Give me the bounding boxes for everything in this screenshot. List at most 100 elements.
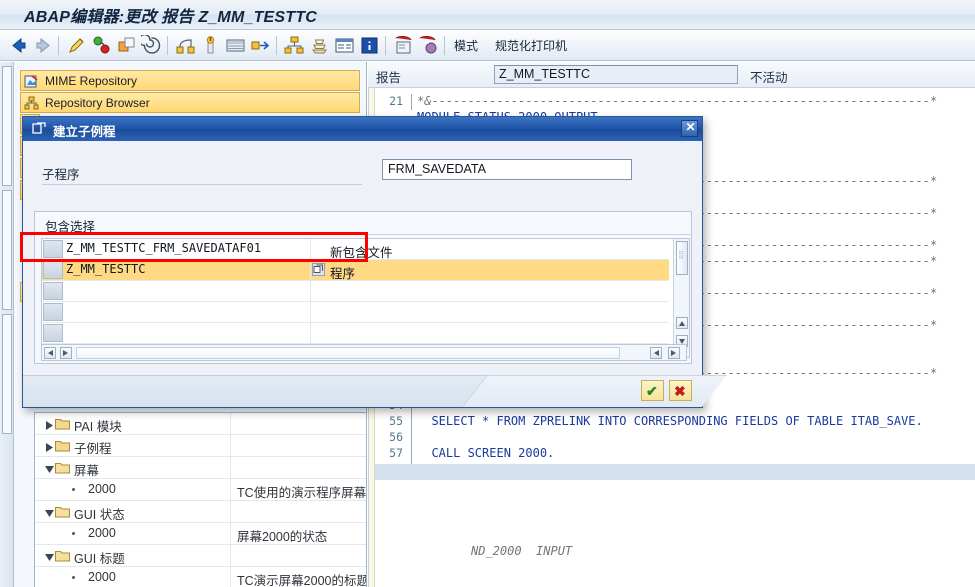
check-icon: ✔ (646, 383, 658, 399)
scroll-left-button[interactable] (44, 347, 56, 359)
report-label: 报告 (376, 71, 402, 85)
tree-row[interactable]: PAI 模块 (35, 413, 366, 435)
code-line[interactable]: 56 (375, 430, 975, 446)
tree-row-description: TC使用的演示程序屏幕2000 (237, 486, 367, 500)
window-title: ABAP编辑器:更改 报告 Z_MM_TESTTC (24, 9, 318, 26)
breakpoint-icon[interactable] (200, 35, 221, 56)
tree-row-name-cell: 2000 (35, 567, 231, 587)
tree-leaf-bullet-icon (72, 576, 75, 579)
mime-repository-icon (24, 74, 39, 89)
tree-expander-icon[interactable] (45, 507, 54, 517)
pattern-spiral-icon[interactable] (138, 33, 162, 56)
table-row[interactable]: Z_MM_TESTTC 程序 (42, 260, 669, 281)
object-tree[interactable]: PAI 模块子例程屏幕2000TC使用的演示程序屏幕2000GUI 状态2000… (34, 412, 367, 587)
toolbar-mode-button[interactable]: 模式 (454, 37, 478, 54)
scroll-up-button[interactable] (676, 317, 688, 329)
tree-row[interactable]: 屏幕 (35, 457, 366, 479)
row-selector[interactable] (43, 261, 63, 279)
cell-include-type: 新包含文件 (330, 246, 393, 260)
edit-pencil-icon[interactable] (66, 35, 87, 56)
row-selector[interactable] (43, 303, 63, 321)
tree-leaf-bullet-icon (72, 488, 75, 491)
scroll-right-button[interactable] (60, 347, 72, 359)
print-preview-icon[interactable] (393, 35, 414, 56)
group-divider (35, 234, 691, 235)
table-row[interactable] (42, 281, 669, 302)
confirm-button[interactable]: ✔ (641, 380, 664, 401)
table-row[interactable]: Z_MM_TESTTC_FRM_SAVEDATAF01 新包含文件 (42, 239, 669, 260)
tree-row[interactable]: GUI 标题 (35, 545, 366, 567)
fold-guide (411, 446, 412, 462)
table-row[interactable] (42, 302, 669, 323)
matchcode-icon[interactable] (312, 263, 325, 276)
cross-icon: ✖ (674, 383, 686, 399)
code-line[interactable]: 55 SELECT * FROM ZPRELINK INTO CORRESPON… (375, 414, 975, 430)
close-icon[interactable] (681, 120, 699, 137)
report-name-field[interactable]: Z_MM_TESTTC (494, 65, 738, 84)
cancel-button[interactable]: ✖ (669, 380, 692, 401)
scroll-right-button-2[interactable] (668, 347, 680, 359)
row-selector[interactable] (43, 240, 63, 258)
repository-browser-icon (24, 96, 39, 111)
abap-editor-window: ABAP编辑器:更改 报告 Z_MM_TESTTC w 模式 规范化打印机 MI… (0, 0, 975, 587)
stack-icon[interactable] (309, 35, 330, 56)
include-list[interactable]: Z_MM_TESTTC_FRM_SAVEDATAF01 新包含文件 Z_MM_TES… (41, 238, 687, 358)
scrollbar-thumb[interactable] (676, 241, 688, 275)
cell-include-type: 程序 (330, 267, 356, 281)
tree-row-name-cell: 2000 (35, 479, 231, 500)
create-subroutine-icon (32, 122, 46, 135)
tree-row[interactable]: 2000 TC使用的演示程序屏幕2000 (35, 479, 366, 501)
field-underline (42, 184, 362, 185)
user-check-icon[interactable]: w (418, 35, 439, 56)
navigate-icon[interactable] (250, 35, 271, 56)
code-line[interactable]: 21 *&------------------------------------… (375, 94, 975, 110)
code-line[interactable]: 57 CALL SCREEN 2000. (375, 446, 975, 462)
list-vertical-scrollbar[interactable] (673, 238, 690, 358)
tree-expander-icon[interactable] (45, 463, 54, 473)
tree-row-label: GUI 标题 (74, 552, 125, 566)
scroll-left-button-2[interactable] (650, 347, 662, 359)
folder-icon (55, 505, 70, 518)
code-text: CALL SCREEN 2000. (417, 446, 555, 460)
row-selector[interactable] (43, 324, 63, 342)
info-icon[interactable] (359, 35, 380, 56)
forward-icon[interactable] (33, 35, 54, 56)
group-title: 包含选择 (45, 220, 96, 234)
svg-text:w: w (424, 40, 430, 46)
toolbar-normalize-printer-button[interactable]: 规范化打印机 (495, 37, 567, 54)
tree-row[interactable]: 2000 屏幕2000的状态 (35, 523, 366, 545)
line-number: 55 (389, 414, 403, 428)
navbtn-mime-repository[interactable]: MIME Repository (20, 70, 360, 91)
dialog-footer: ✔ ✖ (23, 367, 728, 407)
navbtn-repository-browser[interactable]: Repository Browser (20, 92, 360, 113)
copy-icon[interactable] (116, 35, 137, 56)
tree-row[interactable]: 2000 TC演示屏幕2000的标题 (35, 567, 366, 587)
back-icon[interactable] (8, 35, 29, 56)
subroutine-name-input[interactable]: FRM_SAVEDATA (382, 159, 632, 180)
tree-row[interactable]: 子例程 (35, 435, 366, 457)
rail-panel-strip-1[interactable] (2, 66, 12, 186)
tree-row[interactable]: GUI 状态 (35, 501, 366, 523)
tree-row-name-cell: GUI 状态 (35, 501, 231, 522)
tree-row-label: GUI 状态 (74, 508, 125, 522)
list-icon[interactable] (334, 35, 355, 56)
hscroll-track[interactable] (76, 347, 620, 359)
window-titlebar: ABAP编辑器:更改 报告 Z_MM_TESTTC (0, 0, 975, 30)
rail-panel-strip-3[interactable] (2, 314, 12, 434)
activate-icon[interactable] (91, 35, 112, 56)
tree-row-description: TC演示屏幕2000的标题 (237, 574, 367, 587)
list-horizontal-scrollbar[interactable] (41, 344, 687, 361)
tree-expander-icon[interactable] (45, 441, 54, 452)
folder-icon (55, 549, 70, 562)
line-number: 21 (389, 94, 403, 108)
screen-painter-icon[interactable] (225, 35, 246, 56)
tree-row-label: 2000 (88, 482, 116, 496)
hierarchy-icon[interactable] (284, 35, 305, 56)
rail-panel-strip-2[interactable] (2, 190, 12, 310)
row-selector[interactable] (43, 282, 63, 300)
object-navigator-icon[interactable] (175, 35, 196, 56)
tree-expander-icon[interactable] (45, 551, 54, 561)
table-row[interactable] (42, 323, 669, 344)
tree-expander-icon[interactable] (45, 419, 54, 430)
tree-row-label: 2000 (88, 570, 116, 584)
